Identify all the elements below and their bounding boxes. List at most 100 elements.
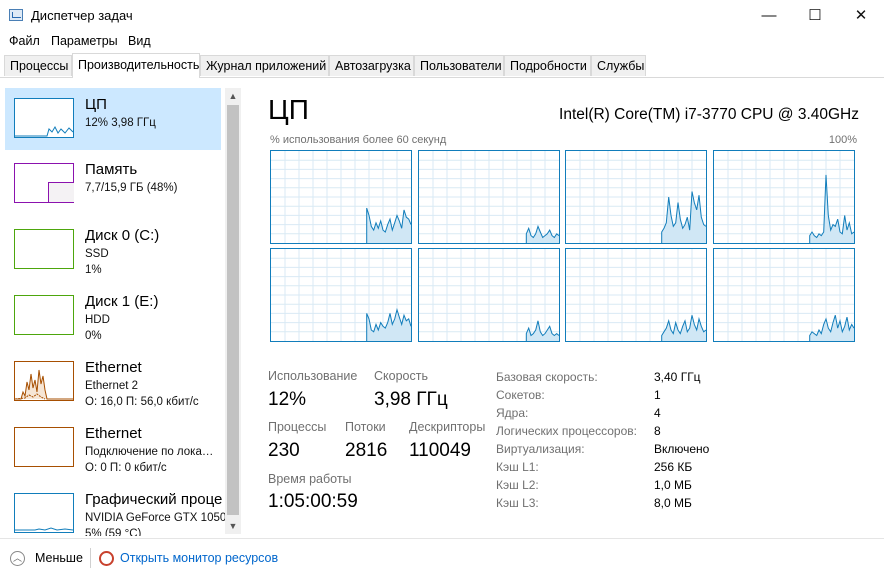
menu-view[interactable]: Вид [128, 34, 151, 48]
resource-sidebar: ЦП 12% 3,98 ГГц Память 7,7/15,9 ГБ (48%)… [0, 86, 243, 536]
graph-max-label: 100% [828, 134, 857, 146]
ethernet-thumbnail-graph [14, 427, 74, 467]
fewer-details-button[interactable]: Меньше [35, 551, 83, 565]
usage-value: 12% [268, 389, 307, 410]
sidebar-item-detail-2: О: 0 П: 0 кбит/с [85, 462, 167, 474]
uptime-label: Время работы [268, 472, 352, 486]
detail-value: 8 [654, 424, 661, 438]
detail-value: 8,0 МБ [654, 496, 692, 510]
gpu-thumbnail-graph [14, 493, 74, 533]
usage-label: Использование [268, 369, 358, 383]
detail-value: 3,40 ГГц [654, 370, 701, 384]
processes-value: 230 [268, 440, 300, 461]
sidebar-item-title: Графический проце [85, 491, 223, 508]
detail-key: Кэш L1: [496, 460, 539, 474]
sidebar-item-title: Ethernet [85, 359, 142, 376]
logical-processor-graph [417, 150, 560, 244]
sidebar-item-cpu[interactable]: ЦП 12% 3,98 ГГц [5, 88, 221, 150]
sidebar-item-ethernet-2[interactable]: Ethernet Ethernet 2 О: 16,0 П: 56,0 кбит… [5, 351, 221, 413]
logical-processor-graph [712, 150, 855, 244]
minimize-button[interactable]: — [746, 0, 792, 31]
open-resource-monitor-link[interactable]: Открыть монитор ресурсов [120, 551, 278, 565]
sidebar-item-title: Ethernet [85, 425, 142, 442]
sidebar-item-disk-1[interactable]: Диск 1 (E:) HDD 0% [5, 285, 221, 347]
logical-processor-graph [565, 150, 707, 244]
cpu-thumbnail-graph [14, 98, 74, 138]
sidebar-item-ethernet-local[interactable]: Ethernet Подключение по лока… О: 0 П: 0 … [5, 417, 221, 479]
sidebar-item-title: Диск 1 (E:) [85, 293, 159, 310]
sidebar-item-detail-2: 1% [85, 264, 102, 276]
sidebar-item-detail: HDD [85, 314, 110, 326]
speed-value: 3,98 ГГц [374, 389, 448, 410]
uptime-value: 1:05:00:59 [268, 491, 358, 512]
maximize-button[interactable]: ☐ [792, 0, 838, 31]
sidebar-item-disk-0[interactable]: Диск 0 (C:) SSD 1% [5, 219, 221, 281]
resource-monitor-icon [99, 551, 114, 566]
detail-value: 256 КБ [654, 460, 693, 474]
sidebar-item-detail: SSD [85, 248, 109, 260]
processes-label: Процессы [268, 420, 327, 434]
logical-processor-graph [712, 248, 855, 342]
chevron-up-icon[interactable]: ︿ [10, 551, 25, 566]
detail-value: 4 [654, 406, 661, 420]
handles-label: Дескрипторы [409, 420, 486, 434]
scroll-up-icon[interactable]: ▲ [225, 89, 241, 103]
logical-processor-graph [270, 248, 412, 342]
sidebar-item-detail-2: О: 16,0 П: 56,0 кбит/с [85, 396, 199, 408]
sidebar-item-gpu[interactable]: Графический проце NVIDIA GeForce GTX 105… [5, 483, 226, 536]
tab-services[interactable]: Службы [591, 55, 646, 76]
sidebar-item-detail: Ethernet 2 [85, 380, 139, 392]
logical-processor-graph [565, 248, 707, 342]
tab-details[interactable]: Подробности [504, 55, 591, 76]
detail-key: Виртуализация: [496, 442, 585, 456]
detail-key: Сокетов: [496, 388, 545, 402]
threads-value: 2816 [345, 440, 388, 461]
scroll-down-icon[interactable]: ▼ [225, 519, 241, 533]
detail-key: Логических процессоров: [496, 424, 637, 438]
speed-label: Скорость [374, 369, 428, 383]
detail-value: Включено [654, 442, 710, 456]
tab-users[interactable]: Пользователи [414, 55, 504, 76]
disk-thumbnail-graph [14, 295, 74, 335]
close-button[interactable]: ✕ [838, 0, 884, 31]
detail-key: Кэш L2: [496, 478, 539, 492]
detail-key: Базовая скорость: [496, 370, 598, 384]
sidebar-item-detail: 7,7/15,9 ГБ (48%) [85, 182, 178, 194]
sidebar-item-detail: NVIDIA GeForce GTX 1050 [85, 512, 227, 524]
logical-processor-graph [270, 150, 412, 244]
sidebar-item-detail: Подключение по лока… [85, 446, 214, 458]
sidebar-item-detail-2: 0% [85, 330, 102, 342]
detail-value: 1 [654, 388, 661, 402]
title-bar: Диспетчер задач — ☐ ✕ [0, 0, 884, 31]
disk-thumbnail-graph [14, 229, 74, 269]
sidebar-scroll-thumb[interactable] [227, 105, 239, 515]
tab-performance[interactable]: Производительность [72, 53, 200, 78]
detail-key: Ядра: [496, 406, 529, 420]
sidebar-item-title: Память [85, 161, 138, 178]
window-title: Диспетчер задач [31, 8, 133, 23]
tab-startup[interactable]: Автозагрузка [329, 55, 414, 76]
footer-bar: ︿ Меньше Открыть монитор ресурсов [0, 538, 884, 584]
task-manager-icon [9, 9, 23, 21]
detail-key: Кэш L3: [496, 496, 539, 510]
detail-value: 1,0 МБ [654, 478, 692, 492]
sidebar-item-memory[interactable]: Память 7,7/15,9 ГБ (48%) [5, 153, 221, 215]
menu-file[interactable]: Файл [9, 34, 40, 48]
threads-label: Потоки [345, 420, 386, 434]
sidebar-item-detail-2: 5% (59 °C) [85, 528, 142, 536]
graph-caption: % использования более 60 секунд [270, 134, 447, 146]
menu-bar: Файл Параметры Вид [0, 31, 884, 53]
tab-strip: Процессы Производительность Журнал прило… [0, 53, 884, 78]
sidebar-item-title: Диск 0 (C:) [85, 227, 160, 244]
tab-processes[interactable]: Процессы [4, 55, 72, 76]
handles-value: 110049 [409, 440, 471, 461]
menu-options[interactable]: Параметры [51, 34, 118, 48]
ethernet-thumbnail-graph [14, 361, 74, 401]
sidebar-item-detail: 12% 3,98 ГГц [85, 117, 156, 129]
sidebar-item-title: ЦП [85, 96, 107, 113]
memory-thumbnail-graph [14, 163, 74, 203]
page-title: ЦП [268, 94, 309, 125]
cpu-panel: ЦП Intel(R) Core(TM) i7-3770 CPU @ 3.40G… [243, 78, 884, 538]
cpu-model: Intel(R) Core(TM) i7-3770 CPU @ 3.40GHz [559, 106, 859, 123]
tab-app-history[interactable]: Журнал приложений [200, 55, 329, 76]
